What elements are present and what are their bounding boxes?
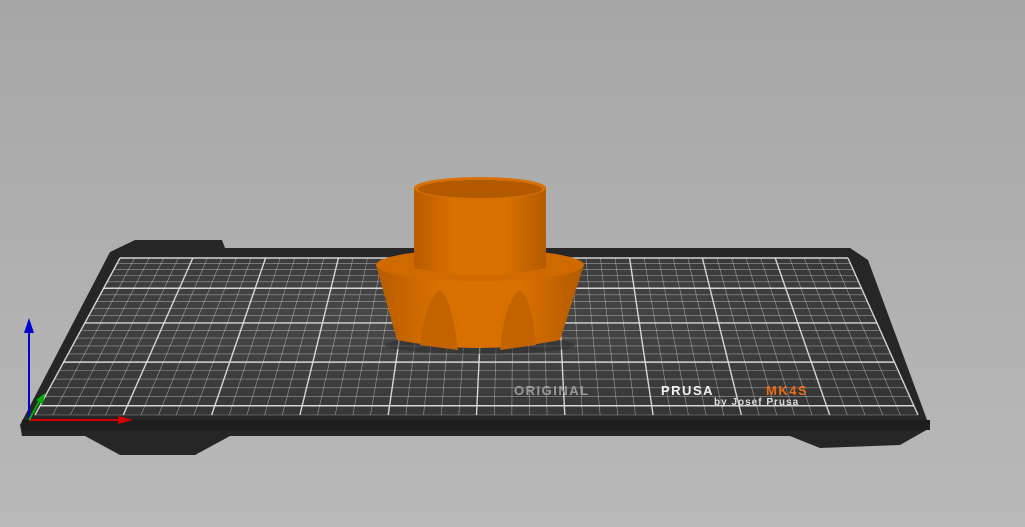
bed-logo-model: MK4S [766, 383, 808, 398]
bed-logo-subtitle: by Josef Prusa [714, 397, 799, 408]
model-object[interactable] [376, 177, 584, 354]
3d-viewport[interactable]: ORIGINAL PRUSA MK4S by Josef Prusa [0, 0, 1025, 527]
bed-logo-prefix: ORIGINAL [514, 383, 590, 398]
z-axis-arrow-icon [24, 318, 34, 333]
bed-logo-brand: PRUSA [661, 383, 714, 398]
